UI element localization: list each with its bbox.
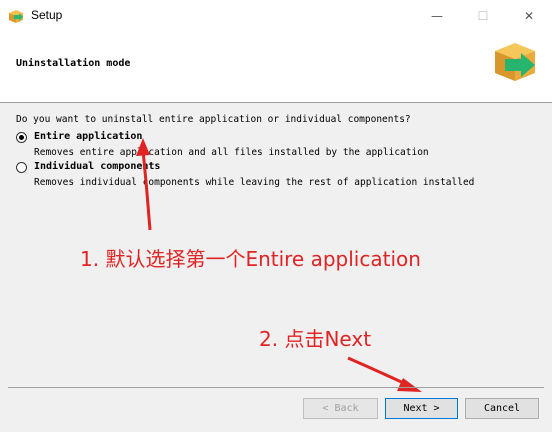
annotation-arrows: [136, 138, 422, 392]
back-button[interactable]: < Back: [303, 398, 378, 419]
cancel-button[interactable]: Cancel: [465, 398, 539, 419]
next-button[interactable]: Next >: [385, 398, 458, 419]
arrow-to-entire-option: [136, 138, 152, 231]
footer-separator: [8, 387, 544, 388]
